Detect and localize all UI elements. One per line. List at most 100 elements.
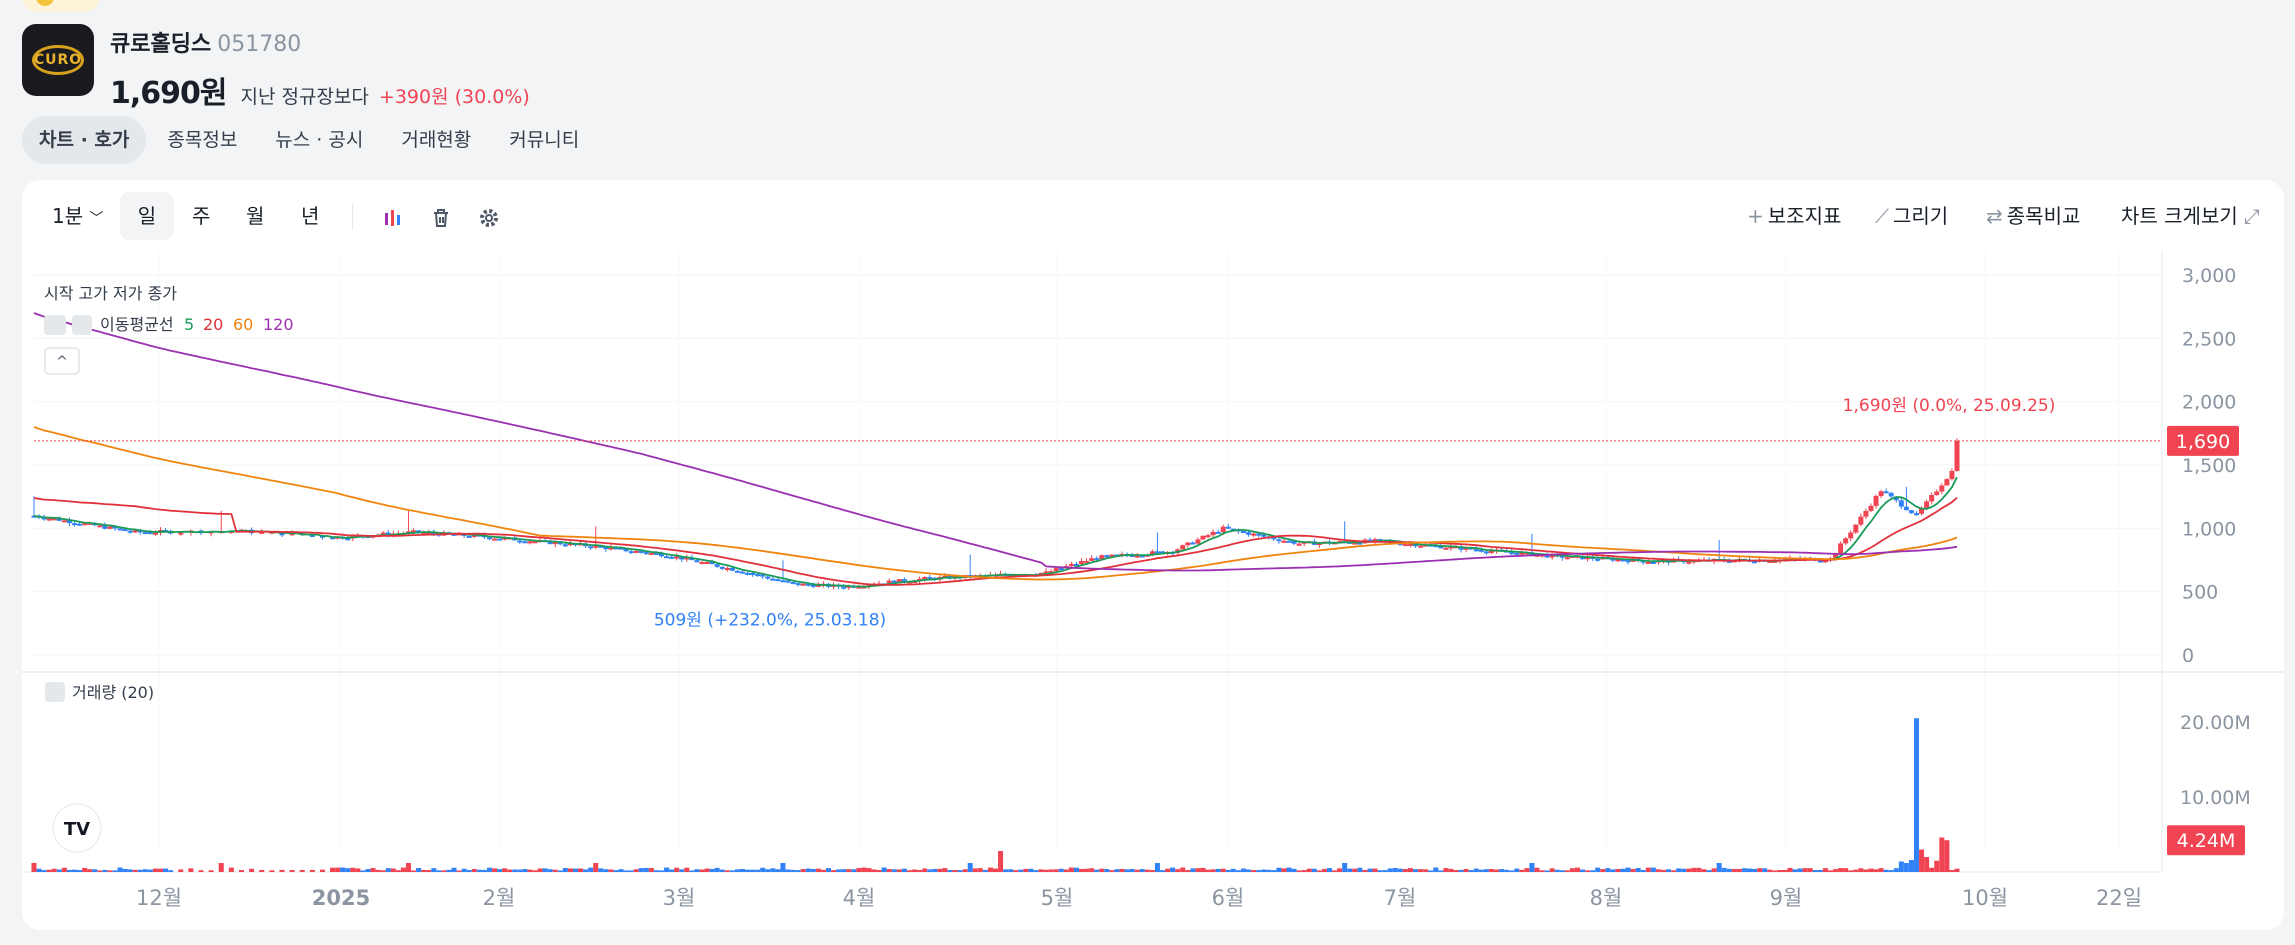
candle-body — [61, 520, 67, 523]
volume-bar — [299, 869, 305, 872]
volume-bar — [1630, 868, 1636, 872]
compare-label: 지난 정규장보다 — [240, 86, 369, 108]
candle-body — [1276, 539, 1282, 542]
volume-bar — [1251, 870, 1257, 872]
period-day[interactable]: 일 — [120, 192, 174, 240]
volume-bar — [1357, 867, 1363, 872]
gear-icon[interactable] — [478, 192, 500, 240]
volume-bar — [461, 868, 467, 872]
stock-header: CURO 큐로홀딩스 051780 1,690원 지난 정규장보다 +390원 (… — [22, 24, 530, 111]
candle-body — [71, 523, 77, 526]
candle-type-icon[interactable] — [382, 192, 404, 240]
candle-body — [1509, 552, 1515, 555]
volume-bar — [1215, 868, 1221, 872]
volume-bar — [1898, 861, 1904, 872]
period-month[interactable]: 월 — [246, 192, 264, 240]
main-tabs: 차트 · 호가 종목정보 뉴스 · 공시 거래현황 커뮤니티 — [22, 116, 596, 164]
volume-bar — [694, 869, 700, 872]
volume-bar — [699, 869, 705, 872]
candle-body — [648, 552, 654, 555]
volume-bar — [1701, 869, 1707, 872]
volume-bar — [481, 869, 487, 872]
volume-bar — [365, 869, 371, 872]
volume-bar — [517, 869, 523, 872]
volume-bar — [1736, 868, 1742, 872]
volume-bar — [375, 869, 381, 872]
volume-bar — [1448, 868, 1454, 872]
volume-bar — [1387, 868, 1393, 872]
volume-bar — [977, 868, 983, 872]
volume-bar — [1954, 868, 1960, 872]
candle-body — [729, 567, 735, 571]
volume-bar — [831, 870, 837, 872]
volume-bar — [1782, 869, 1788, 872]
volume-bar — [583, 869, 589, 872]
candle-body — [1053, 568, 1059, 572]
volume-bar — [1817, 869, 1823, 872]
volume-bar — [932, 868, 938, 872]
volume-bar — [1018, 869, 1024, 872]
volume-bar — [1666, 869, 1672, 872]
volume-bar — [1499, 869, 1505, 872]
volume-bar — [1382, 870, 1388, 872]
period-year[interactable]: 년 — [301, 192, 319, 240]
volume-bar — [1352, 868, 1358, 872]
ma120-line — [33, 312, 1958, 572]
compare-button[interactable]: ⇄ 종목비교 — [1986, 192, 2080, 240]
tab-trades[interactable]: 거래현황 — [384, 116, 488, 164]
candle-body — [107, 526, 113, 529]
draw-button[interactable]: ⟋ 그리기 — [1875, 192, 1948, 240]
volume-bar — [1939, 837, 1945, 872]
candle-body — [1225, 526, 1231, 529]
tab-community[interactable]: 커뮤니티 — [492, 116, 596, 164]
volume-bar — [1544, 870, 1550, 872]
candle-body — [1843, 538, 1849, 544]
volume-bar — [360, 870, 366, 872]
volume-bar — [1934, 860, 1940, 872]
chevron-down-icon: ﹀ — [89, 211, 104, 227]
volume-bar — [1347, 868, 1353, 872]
volume-bar — [567, 868, 573, 872]
volume-bar — [380, 870, 386, 872]
top-badge[interactable]: ₩ — [22, 0, 100, 12]
tab-info[interactable]: 종목정보 — [150, 116, 254, 164]
price-chart[interactable]: 3,000 2,500 2,000 1,500 1,000 500 0 12월 2025 2월 3월… — [22, 250, 2284, 930]
volume-bar — [532, 870, 538, 872]
volume-bar — [1833, 869, 1839, 872]
volume-bar — [1170, 867, 1176, 872]
period-week[interactable]: 주 — [192, 192, 210, 240]
interval-select[interactable]: 1분 ﹀ — [52, 192, 103, 240]
candle-body — [117, 528, 123, 531]
candle-body — [1838, 543, 1844, 554]
tab-news[interactable]: 뉴스 · 공시 — [258, 116, 380, 164]
volume-bar — [1853, 869, 1859, 872]
volume-bar — [765, 869, 771, 872]
candle-body — [714, 564, 720, 567]
candle-body — [1625, 560, 1631, 563]
indicator-button[interactable]: + 보조지표 — [1747, 192, 1841, 240]
candle-body — [152, 532, 158, 535]
volume-bar — [1326, 868, 1332, 872]
volume-bar — [1848, 870, 1854, 872]
volume-bar — [1873, 869, 1879, 872]
candle-body — [1878, 491, 1884, 497]
candle-body — [1190, 542, 1196, 545]
volume-bar — [947, 870, 953, 872]
volume-bar — [1149, 870, 1155, 872]
fullscreen-button[interactable]: 차트 크게보기 ⤢ — [2121, 192, 2264, 240]
candle-body — [795, 583, 801, 586]
candle-body — [1858, 516, 1864, 525]
volume-bar — [1033, 870, 1039, 872]
volume-bar — [1858, 868, 1864, 872]
candle-body — [1402, 544, 1408, 547]
low-annotation: 509원 (+232.0%, 25.03.18) — [654, 611, 886, 631]
volume-bar — [1650, 867, 1656, 872]
tab-chart[interactable]: 차트 · 호가 — [22, 116, 147, 164]
volume-bar — [345, 868, 351, 872]
trash-icon[interactable] — [430, 192, 452, 240]
volume-bar — [1165, 868, 1171, 872]
candle-body — [97, 525, 103, 528]
volume-bar — [927, 869, 933, 872]
volume-bar — [598, 868, 604, 872]
volume-bar — [1580, 869, 1586, 872]
